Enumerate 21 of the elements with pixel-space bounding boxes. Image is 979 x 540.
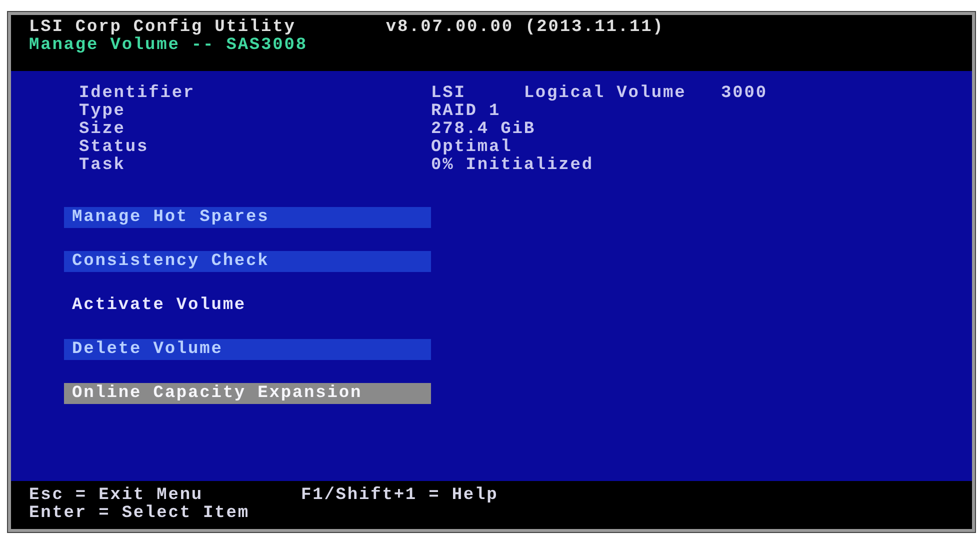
property-value: LSI Logical Volume 3000 xyxy=(431,85,768,103)
key-hint: Esc = Exit Menu xyxy=(29,486,204,505)
menu-item: Online Capacity Expansion xyxy=(64,383,431,404)
property-value: 278.4 GiB xyxy=(431,121,536,139)
property-label: Task xyxy=(79,156,126,175)
app-title: LSI Corp Config Utility xyxy=(29,19,296,37)
property-value: 0% Initialized xyxy=(431,157,594,175)
property-label: Status xyxy=(79,138,149,157)
version-text: v8.07.00.00 (2013.11.11) xyxy=(386,19,664,37)
menu-item[interactable]: Consistency Check xyxy=(64,251,431,272)
key-hint: F1/Shift+1 = Help xyxy=(301,486,498,505)
screen-subtitle: Manage Volume -- SAS3008 xyxy=(29,36,308,55)
menu-item[interactable]: Delete Volume xyxy=(64,339,431,360)
property-value: Optimal xyxy=(431,139,512,157)
property-value: RAID 1 xyxy=(431,103,501,121)
menu-item[interactable]: Activate Volume xyxy=(64,295,431,316)
key-hint: Enter = Select Item xyxy=(29,504,250,523)
property-label: Size xyxy=(79,120,126,139)
property-label: Type xyxy=(79,102,126,121)
property-label: Identifier xyxy=(79,84,196,103)
menu-item[interactable]: Manage Hot Spares xyxy=(64,207,431,228)
